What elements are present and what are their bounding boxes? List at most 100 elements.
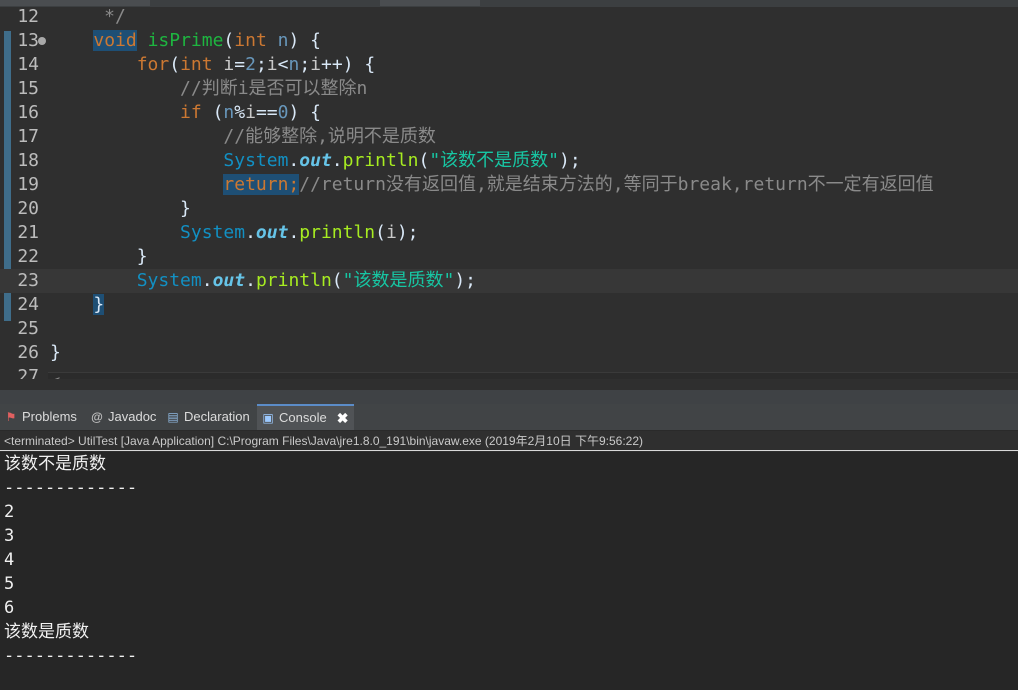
tab-label: Declaration xyxy=(184,409,250,424)
code-line[interactable]: 13 void isPrime(int n) { xyxy=(0,29,1018,53)
code-token: . xyxy=(331,150,343,171)
scroll-left-icon[interactable]: < xyxy=(50,374,61,379)
code-token: ++) { xyxy=(321,54,376,75)
code-token: } xyxy=(50,246,148,267)
code-line[interactable]: 21 System.out.println(i); xyxy=(0,221,1018,245)
close-icon[interactable]: ✖ xyxy=(337,406,349,430)
code-line[interactable]: 25 xyxy=(0,317,1018,341)
code-token: i xyxy=(310,54,322,75)
code-token: i xyxy=(223,54,235,75)
console-line: ------------- xyxy=(4,478,138,498)
code-token: if xyxy=(180,102,202,123)
horizontal-scrollbar[interactable]: < xyxy=(48,372,1018,379)
code-token: n xyxy=(288,54,300,75)
code-token: ( xyxy=(375,222,386,243)
code-token: */ xyxy=(50,7,126,27)
code-line[interactable]: 18 System.out.println("该数不是质数"); xyxy=(0,149,1018,173)
code-token: . xyxy=(245,222,256,243)
code-text: System.out.println("该数不是质数"); xyxy=(50,149,581,173)
declaration-icon: ▤ xyxy=(167,410,179,424)
code-text: System.out.println(i); xyxy=(50,221,419,245)
code-token: ); xyxy=(396,222,419,243)
code-token: ) { xyxy=(288,102,321,123)
code-token: ) { xyxy=(288,30,321,51)
code-line[interactable]: 16 if (n%i==0) { xyxy=(0,101,1018,125)
console-line: 该数是质数 xyxy=(4,622,89,642)
code-token: ( xyxy=(169,54,181,75)
console-status: <terminated> UtilTest [Java Application]… xyxy=(0,431,1018,451)
tab-problems[interactable]: ⚑ Problems xyxy=(0,404,83,430)
code-text: } xyxy=(50,341,61,365)
code-line[interactable]: 17 //能够整除,说明不是质数 xyxy=(0,125,1018,149)
editor-tab[interactable] xyxy=(0,0,150,6)
tab-label: Javadoc xyxy=(108,409,157,424)
console-line: 4 xyxy=(4,550,15,570)
code-token: System xyxy=(223,150,289,171)
code-token: int xyxy=(234,30,267,51)
fold-toggle-icon[interactable] xyxy=(38,37,46,45)
line-number: 13 xyxy=(17,30,39,51)
problems-icon: ⚑ xyxy=(5,410,17,424)
line-number: 17 xyxy=(17,126,39,147)
code-token: . xyxy=(201,270,213,291)
code-token: ); xyxy=(559,150,581,171)
tab-declaration[interactable]: ▤ Declaration xyxy=(162,404,256,430)
code-token: println xyxy=(342,150,419,171)
code-text: return;//return没有返回值,就是结束方法的,等同于break,re… xyxy=(50,173,934,197)
panel-separator[interactable] xyxy=(0,390,1018,404)
code-token: . xyxy=(288,150,300,171)
code-token: ( xyxy=(223,30,235,51)
console-output[interactable]: 该数不是质数 ------------- 2 3 4 5 6 该数是质数 -----------… xyxy=(0,452,1018,690)
code-token: ( xyxy=(418,150,430,171)
code-line[interactable]: 12 */ xyxy=(0,7,1018,29)
code-line[interactable]: 19 return;//return没有返回值,就是结束方法的,等同于break… xyxy=(0,173,1018,197)
code-line[interactable]: 23 System.out.println("该数是质数"); xyxy=(0,269,1018,293)
code-token: i xyxy=(385,222,397,243)
code-line[interactable]: 15 //判断i是否可以整除n xyxy=(0,77,1018,101)
console-icon: ▣ xyxy=(262,411,274,425)
console-line: 2 xyxy=(4,502,15,522)
line-number: 26 xyxy=(17,342,39,363)
code-token: out xyxy=(212,270,246,291)
code-line[interactable]: 26} xyxy=(0,341,1018,365)
line-number: 16 xyxy=(17,102,39,123)
tab-console[interactable]: ▣ Console ✖ xyxy=(257,404,355,430)
code-line[interactable]: 14 for(int i=2;i<n;i++) { xyxy=(0,53,1018,77)
code-line[interactable]: 20 } xyxy=(0,197,1018,221)
editor-tab[interactable] xyxy=(380,0,480,6)
code-token: "该数不是质数" xyxy=(429,150,560,171)
line-number: 22 xyxy=(17,246,39,267)
code-editor[interactable]: 12 */13 void isPrime(int n) {14 for(int … xyxy=(0,7,1018,379)
code-token: == xyxy=(255,102,278,123)
console-line: 该数不是质数 xyxy=(4,454,106,474)
code-token: System xyxy=(180,222,246,243)
code-token: out xyxy=(299,150,332,171)
line-number: 21 xyxy=(17,222,39,243)
console-line: 6 xyxy=(4,598,15,618)
line-number: 20 xyxy=(17,198,39,219)
tab-javadoc[interactable]: @ Javadoc xyxy=(86,404,162,430)
code-token: return; xyxy=(223,174,300,195)
code-token: . xyxy=(245,270,256,291)
code-text: } xyxy=(50,293,105,317)
line-number: 24 xyxy=(17,294,39,315)
code-token: n xyxy=(223,102,235,123)
line-number: 15 xyxy=(17,78,39,99)
line-number: 19 xyxy=(17,174,39,195)
code-line[interactable]: 24 } xyxy=(0,293,1018,317)
code-token: } xyxy=(50,198,191,219)
code-line[interactable]: 22 } xyxy=(0,245,1018,269)
code-token: } xyxy=(93,294,105,315)
code-text: void isPrime(int n) { xyxy=(50,29,321,53)
